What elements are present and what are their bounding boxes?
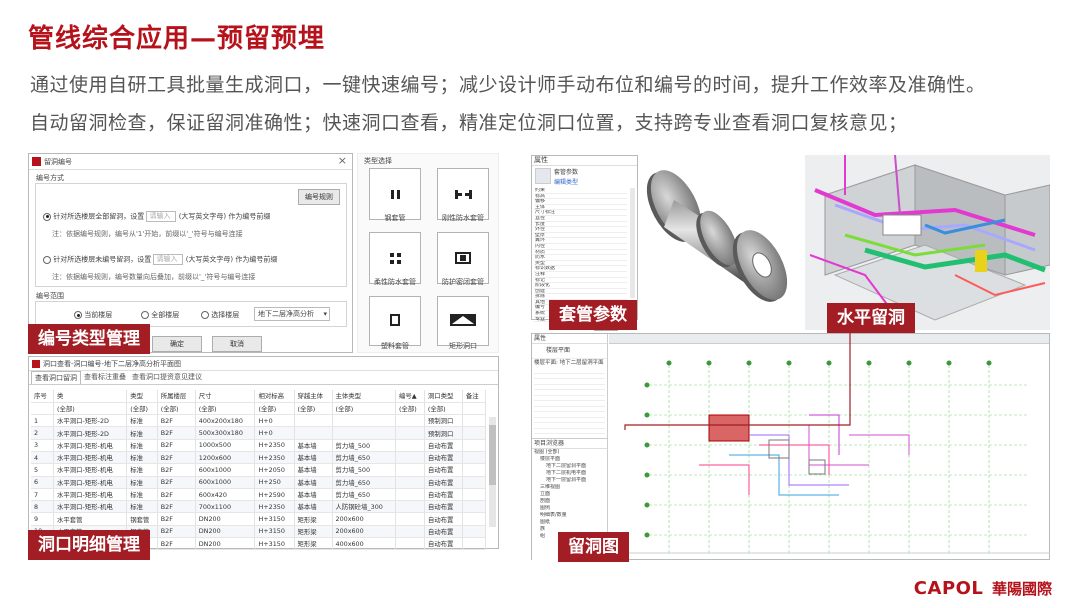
- caption-detail: 洞口明细管理: [28, 530, 150, 560]
- caption-numbering: 编号类型管理: [28, 324, 150, 354]
- caption-sleeve: 套管参数: [549, 300, 637, 330]
- company-logo: CAPOL 華陽國際: [914, 578, 1052, 599]
- caption-drawing: 留洞图: [558, 532, 629, 562]
- callout-connector: [624, 330, 851, 430]
- caption-horizontal: 水平留洞: [827, 303, 915, 333]
- logo-en: CAPOL: [913, 578, 984, 599]
- logo-cn: 華陽國際: [991, 580, 1052, 598]
